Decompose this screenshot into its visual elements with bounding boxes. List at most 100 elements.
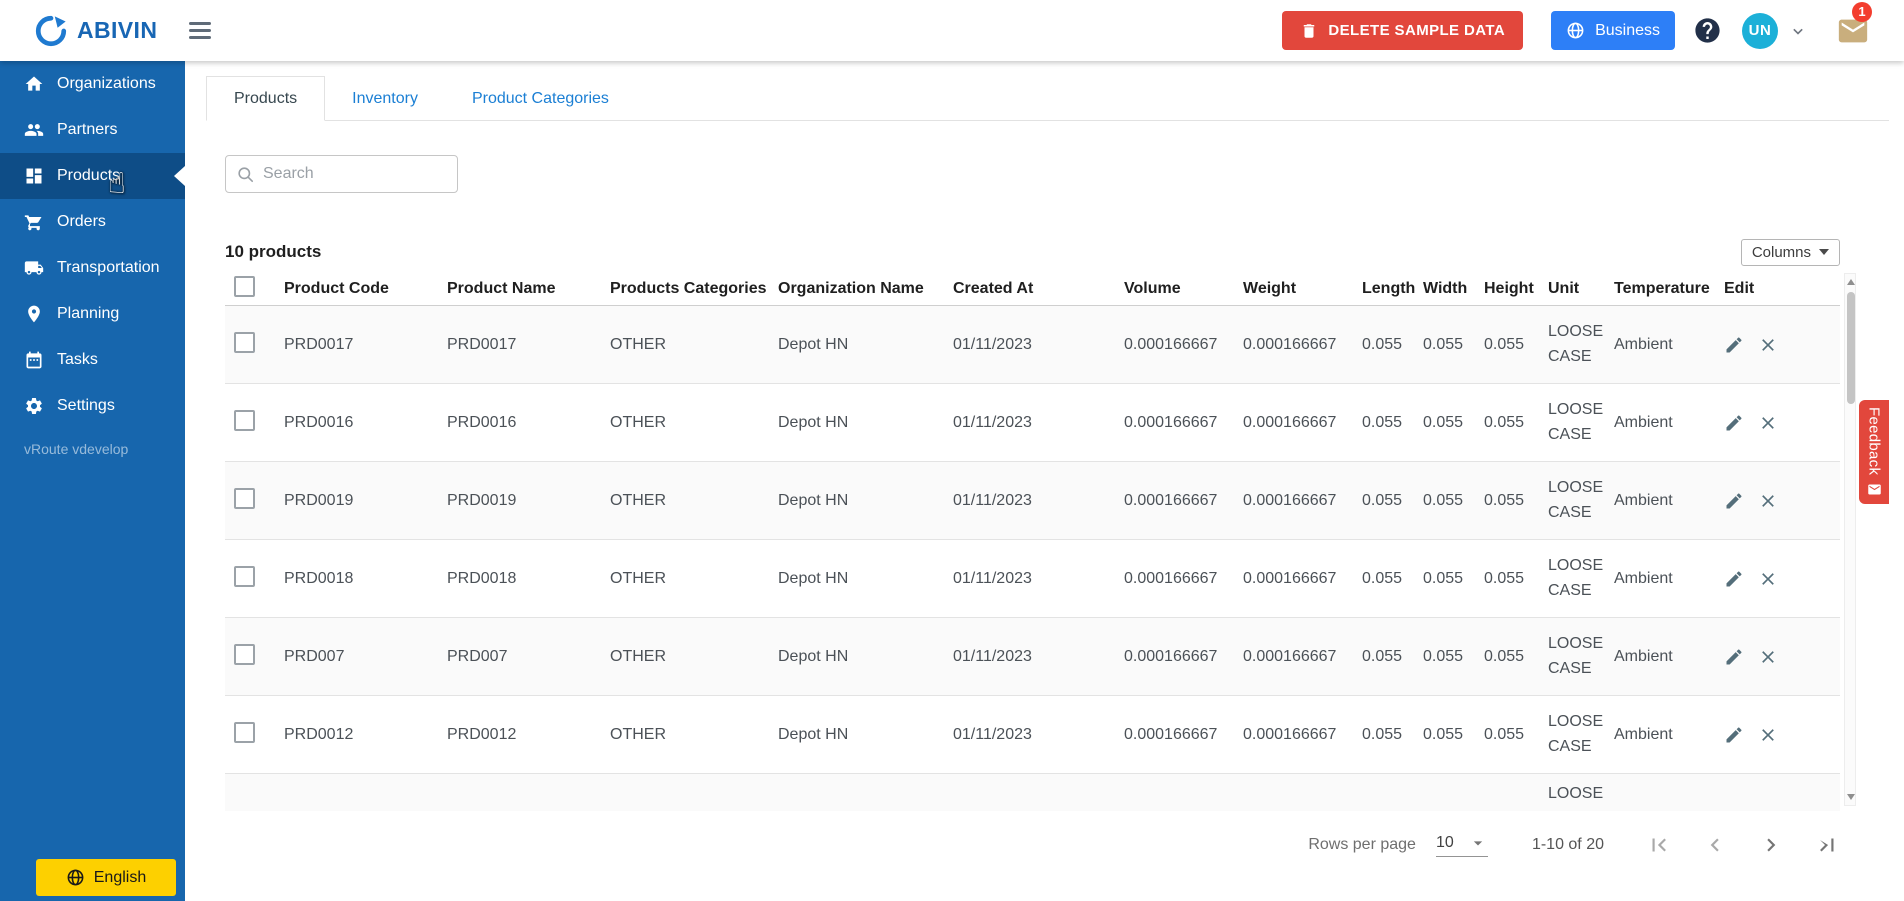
tab-product-categories[interactable]: Product Categories (445, 76, 636, 121)
table-row: PRD007 PRD007 OTHER Depot HN 01/11/2023 … (225, 618, 1840, 696)
map-pin-icon (28, 305, 40, 323)
table-rows: PRD0017 PRD0017 OTHER Depot HN 01/11/202… (225, 306, 1840, 774)
cell-length: 0.055 (1362, 335, 1403, 353)
edit-row-icon[interactable] (1724, 335, 1744, 355)
notification-badge: 1 (1852, 1, 1872, 22)
select-all-checkbox[interactable] (234, 276, 255, 297)
delete-row-icon[interactable] (1758, 647, 1778, 667)
chevron-down-icon[interactable] (1788, 21, 1808, 41)
cell-product-name: PRD0017 (447, 335, 517, 353)
delete-row-icon[interactable] (1758, 725, 1778, 745)
help-button[interactable] (1693, 16, 1722, 45)
tab-bar: Products Inventory Product Categories (206, 76, 1889, 121)
tab-products[interactable]: Products (206, 76, 326, 121)
row-checkbox[interactable] (234, 409, 255, 431)
table-row: PRD0017 PRD0017 OTHER Depot HN 01/11/202… (225, 306, 1840, 384)
cell-product-code: PRD0012 (284, 725, 354, 743)
feedback-label: Feedback (1865, 406, 1883, 476)
sidebar-item-tasks[interactable]: Tasks (0, 337, 185, 383)
menu-toggle-icon[interactable] (183, 16, 217, 45)
cell-temperature: Ambient (1614, 569, 1673, 587)
col-header-weight: Weight (1243, 280, 1297, 297)
sidebar-item-settings[interactable]: Settings (0, 383, 185, 429)
cell-product-code: PRD0016 (284, 413, 354, 431)
scroll-up-arrow-icon[interactable] (1847, 279, 1855, 285)
row-checkbox[interactable] (234, 331, 255, 353)
tab-inventory[interactable]: Inventory (325, 76, 445, 121)
products-table: Product Code Product Name Products Categ… (225, 273, 1840, 811)
delete-row-icon[interactable] (1758, 335, 1778, 355)
cell-unit: LOOSE CASE (1548, 478, 1604, 521)
sidebar-item-label: Settings (57, 397, 115, 414)
col-header-volume: Volume (1124, 280, 1181, 297)
people-icon (24, 124, 44, 136)
cell-edit (1724, 491, 1840, 511)
cell-products-categories: OTHER (610, 413, 666, 431)
cell-product-code: PRD0018 (284, 569, 354, 587)
row-checkbox[interactable] (234, 721, 255, 743)
edit-row-icon[interactable] (1724, 725, 1744, 745)
cell-temperature: Ambient (1614, 413, 1673, 431)
cell-volume: 0.000166667 (1124, 491, 1218, 509)
scroll-down-arrow-icon[interactable] (1847, 794, 1855, 800)
feedback-tab[interactable]: Feedback (1859, 400, 1889, 504)
edit-row-icon[interactable] (1724, 569, 1744, 589)
rows-per-page-select[interactable]: 10 (1435, 833, 1488, 857)
cell-height: 0.055 (1484, 335, 1525, 353)
cell-edit (1724, 335, 1840, 355)
columns-button[interactable]: Columns (1740, 238, 1840, 266)
topbar-actions: DELETE SAMPLE DATA Business UN 1 (1282, 1, 1904, 50)
delete-row-icon[interactable] (1758, 491, 1778, 511)
sidebar-item-transportation[interactable]: Transportation (0, 245, 185, 291)
cell-width: 0.055 (1423, 569, 1464, 587)
columns-label: Columns (1751, 243, 1811, 261)
previous-page-button[interactable] (1702, 832, 1728, 858)
next-page-button[interactable] (1758, 832, 1784, 858)
search-input[interactable] (263, 165, 447, 183)
home-icon (25, 76, 43, 91)
col-header-product-code: Product Code (284, 280, 389, 297)
cell-height: 0.055 (1484, 569, 1525, 587)
row-checkbox[interactable] (234, 565, 255, 587)
rows-per-page-label: Rows per page (1308, 836, 1416, 853)
products-grid-icon (26, 168, 42, 184)
row-checkbox[interactable] (234, 487, 255, 509)
delete-row-icon[interactable] (1758, 569, 1778, 589)
sidebar: Organizations Partners Products Orders T… (0, 61, 185, 901)
first-page-button[interactable] (1646, 832, 1672, 858)
delete-sample-data-label: DELETE SAMPLE DATA (1328, 22, 1506, 39)
edit-row-icon[interactable] (1724, 413, 1744, 433)
delete-row-icon[interactable] (1758, 413, 1778, 433)
business-button[interactable]: Business (1551, 11, 1675, 50)
cell-product-name: PRD0012 (447, 725, 517, 743)
sidebar-item-label: Planning (57, 305, 120, 322)
cell-height: 0.055 (1484, 647, 1525, 665)
scrollbar-thumb[interactable] (1847, 292, 1855, 404)
cell-created-at: 01/11/2023 (953, 413, 1032, 431)
notifications-button[interactable]: 1 (1836, 1, 1872, 48)
col-header-created-at: Created At (953, 280, 1034, 297)
calendar-icon (26, 351, 42, 369)
cell-width: 0.055 (1423, 413, 1464, 431)
cell-volume: 0.000166667 (1124, 647, 1218, 665)
last-page-button[interactable] (1814, 832, 1840, 858)
sidebar-item-label: Organizations (57, 75, 156, 92)
avatar[interactable]: UN (1742, 12, 1778, 49)
sidebar-item-partners[interactable]: Partners (0, 107, 185, 153)
delete-sample-data-button[interactable]: DELETE SAMPLE DATA (1282, 11, 1524, 50)
edit-row-icon[interactable] (1724, 647, 1744, 667)
sidebar-item-products[interactable]: Products (0, 153, 185, 199)
brand: ABIVIN (34, 14, 157, 48)
cell-height: 0.055 (1484, 491, 1525, 509)
cell-length: 0.055 (1362, 725, 1403, 743)
edit-row-icon[interactable] (1724, 491, 1744, 511)
row-checkbox[interactable] (234, 643, 255, 665)
cell-product-code: PRD007 (284, 647, 345, 665)
sidebar-item-planning[interactable]: Planning (0, 291, 185, 337)
cell-width: 0.055 (1423, 725, 1464, 743)
sidebar-item-orders[interactable]: Orders (0, 199, 185, 245)
table-scrollbar[interactable] (1844, 273, 1856, 806)
sidebar-item-organizations[interactable]: Organizations (0, 61, 185, 107)
cell-organization-name: Depot HN (778, 569, 849, 587)
language-button[interactable]: English (36, 859, 176, 896)
